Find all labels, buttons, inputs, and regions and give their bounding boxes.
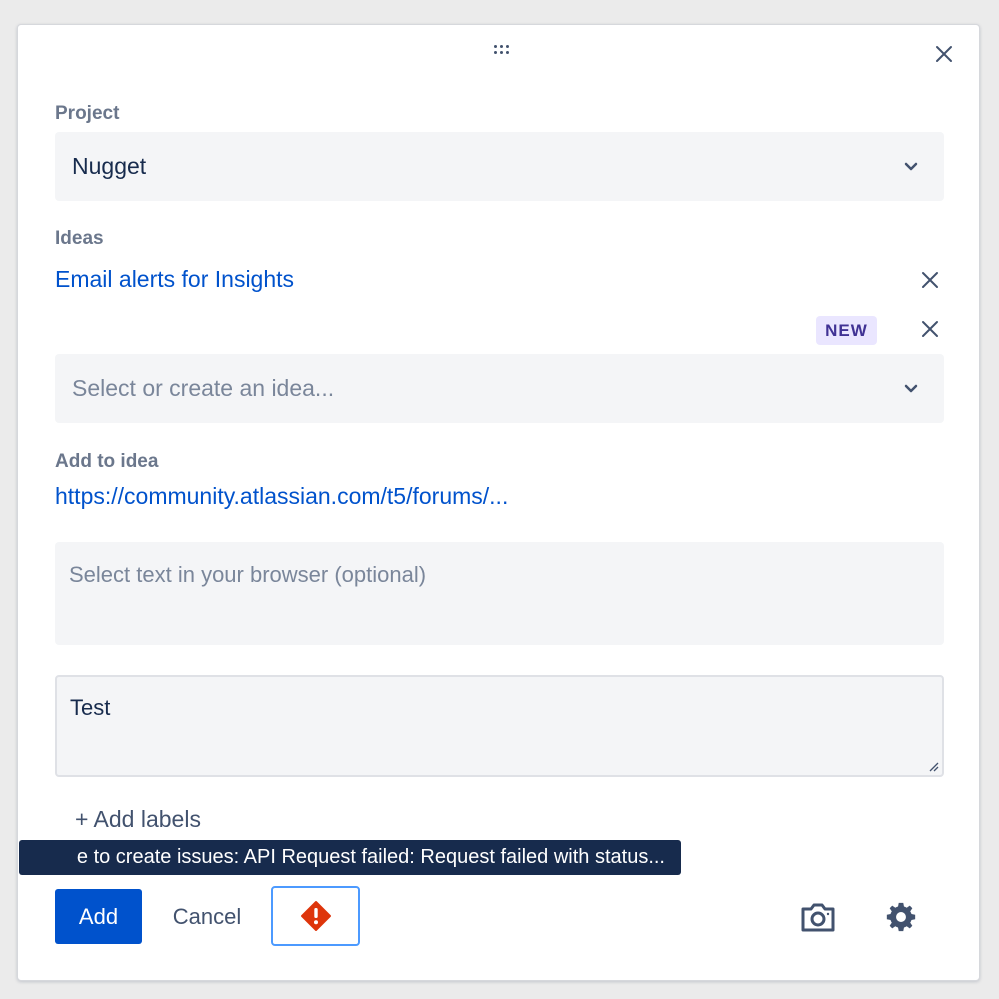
selected-text-placeholder: Select text in your browser (optional)	[69, 562, 427, 587]
chevron-down-icon	[904, 162, 918, 171]
remove-idea-icon[interactable]	[918, 268, 942, 292]
gear-icon	[886, 902, 916, 932]
idea-select-placeholder: Select or create an idea...	[72, 375, 335, 401]
project-select-value: Nugget	[72, 153, 147, 179]
error-icon	[300, 901, 331, 931]
error-tooltip: e to create issues: API Request failed: …	[19, 840, 681, 875]
note-textarea[interactable]: Test	[55, 675, 944, 777]
source-url-link[interactable]: https://community.atlassian.com/t5/forum…	[55, 483, 508, 510]
close-icon[interactable]	[932, 42, 956, 66]
new-badge: NEW	[816, 316, 877, 345]
selected-text-field[interactable]: Select text in your browser (optional)	[55, 542, 944, 645]
idea-select[interactable]: Select or create an idea...	[55, 354, 944, 423]
ideas-label: Ideas	[55, 228, 104, 249]
error-status-button[interactable]	[271, 886, 360, 946]
selected-idea-link[interactable]: Email alerts for Insights	[55, 266, 294, 293]
screenshot-button[interactable]	[798, 897, 838, 937]
project-select[interactable]: Nugget	[55, 132, 944, 201]
camera-icon	[801, 903, 835, 932]
drag-handle-icon[interactable]	[494, 45, 514, 57]
chevron-down-icon	[904, 384, 918, 393]
note-text: Test	[70, 695, 111, 720]
error-tooltip-text: e to create issues: API Request failed: …	[76, 846, 665, 868]
cancel-button[interactable]: Cancel	[158, 889, 256, 944]
resize-handle-icon[interactable]	[927, 760, 939, 772]
issue-capture-panel: Project Nugget Ideas Email alerts for In…	[17, 24, 980, 981]
remove-new-idea-icon[interactable]	[918, 317, 942, 341]
add-to-idea-label: Add to idea	[55, 451, 159, 472]
add-labels-button[interactable]: + Add labels	[75, 806, 201, 833]
settings-button[interactable]	[881, 897, 921, 937]
project-label: Project	[55, 103, 120, 124]
add-button[interactable]: Add	[55, 889, 142, 944]
